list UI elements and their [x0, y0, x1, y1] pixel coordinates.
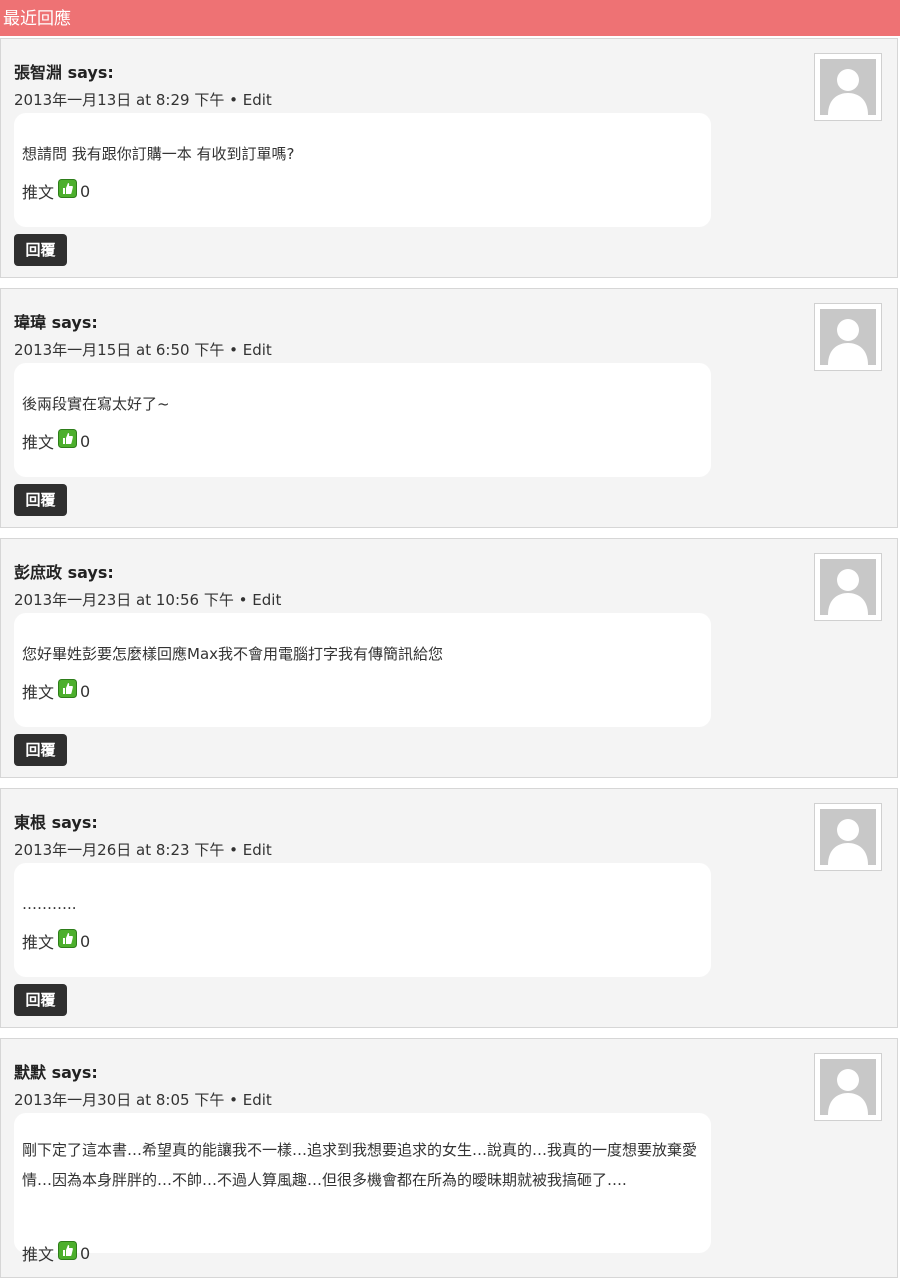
vote-widget: 推文 0 — [22, 678, 91, 703]
comment-body: ……….. 推文 0 — [14, 863, 711, 977]
comment-date[interactable]: 2013年一月15日 at 6:50 下午 — [14, 341, 224, 359]
comment-item: 默默 says: 2013年一月30日 at 8:05 下午 • Edit 剛下… — [0, 1038, 898, 1278]
avatar — [814, 553, 882, 621]
comment-item: 東根 says: 2013年一月26日 at 8:23 下午 • Edit ……… — [0, 788, 898, 1028]
edit-link[interactable]: Edit — [243, 1091, 272, 1109]
meta-separator: • — [238, 591, 248, 609]
section-header: 最近回應 — [0, 0, 900, 36]
comment-meta: 2013年一月23日 at 10:56 下午 • Edit — [14, 589, 281, 610]
reply-button[interactable]: 回覆 — [14, 984, 67, 1016]
default-avatar-icon — [820, 559, 876, 615]
like-count: 0 — [80, 431, 91, 451]
edit-link[interactable]: Edit — [243, 91, 272, 109]
avatar — [814, 803, 882, 871]
comment-meta: 2013年一月13日 at 8:29 下午 • Edit — [14, 89, 272, 110]
push-label: 推文 — [22, 1245, 55, 1264]
push-label: 推文 — [22, 433, 55, 452]
says-label: says: — [67, 563, 114, 582]
reply-button[interactable]: 回覆 — [14, 484, 67, 516]
section-title: 最近回應 — [3, 9, 71, 29]
reply-button[interactable]: 回覆 — [14, 234, 67, 266]
author-name: 默默 — [14, 1063, 47, 1082]
comment-item: 張智淵 says: 2013年一月13日 at 8:29 下午 • Edit 想… — [0, 38, 898, 278]
comment-author: 張智淵 says: — [14, 59, 114, 83]
push-label: 推文 — [22, 933, 55, 952]
meta-separator: • — [229, 1091, 238, 1109]
vote-widget: 推文 0 — [22, 178, 91, 203]
avatar — [814, 303, 882, 371]
says-label: says: — [51, 313, 98, 332]
vote-widget: 推文 0 — [22, 928, 91, 953]
default-avatar-icon — [820, 59, 876, 115]
comment-author: 東根 says: — [14, 809, 98, 833]
avatar — [814, 53, 882, 121]
comment-text: 剛下定了這本書…希望真的能讓我不一樣…追求到我想要追求的女生…說真的…我真的一度… — [22, 1141, 698, 1189]
comment-body: 剛下定了這本書…希望真的能讓我不一樣…追求到我想要追求的女生…說真的…我真的一度… — [14, 1113, 711, 1264]
says-label: says: — [51, 813, 98, 832]
thumbs-up-icon[interactable] — [58, 678, 78, 698]
thumbs-up-icon[interactable] — [58, 428, 78, 448]
comment-author: 瑋瑋 says: — [14, 309, 98, 333]
comment-text: 您好畢姓彭要怎麼樣回應Max我不會用電腦打字我有傳簡訊給您 — [22, 645, 444, 663]
comment-item: 瑋瑋 says: 2013年一月15日 at 6:50 下午 • Edit 後兩… — [0, 288, 898, 528]
comment-text: ……….. — [22, 895, 77, 913]
comment-text: 想請問 我有跟你訂購一本 有收到訂單嗎? — [22, 145, 295, 163]
like-count: 0 — [80, 681, 91, 701]
push-label: 推文 — [22, 183, 55, 202]
meta-separator: • — [229, 91, 238, 109]
author-name: 彭庶政 — [14, 563, 63, 582]
push-label: 推文 — [22, 683, 55, 702]
says-label: says: — [67, 63, 114, 82]
meta-separator: • — [229, 341, 238, 359]
default-avatar-icon — [820, 309, 876, 365]
comment-body: 您好畢姓彭要怎麼樣回應Max我不會用電腦打字我有傳簡訊給您 推文 0 — [14, 613, 711, 727]
says-label: says: — [51, 1063, 98, 1082]
reply-button[interactable]: 回覆 — [14, 734, 67, 766]
default-avatar-icon — [820, 809, 876, 865]
thumbs-up-icon[interactable] — [58, 1240, 78, 1260]
vote-widget: 推文 0 — [22, 1240, 91, 1265]
author-name: 瑋瑋 — [14, 313, 47, 332]
meta-separator: • — [229, 841, 238, 859]
comment-meta: 2013年一月15日 at 6:50 下午 • Edit — [14, 339, 272, 360]
thumbs-up-icon[interactable] — [58, 928, 78, 948]
comment-meta: 2013年一月26日 at 8:23 下午 • Edit — [14, 839, 272, 860]
comment-author: 彭庶政 says: — [14, 559, 114, 583]
default-avatar-icon — [820, 1059, 876, 1115]
edit-link[interactable]: Edit — [243, 841, 272, 859]
edit-link[interactable]: Edit — [243, 341, 272, 359]
author-name: 張智淵 — [14, 63, 63, 82]
avatar — [814, 1053, 882, 1121]
comment-body: 後兩段實在寫太好了~ 推文 0 — [14, 363, 711, 477]
author-name: 東根 — [14, 813, 47, 832]
like-count: 0 — [80, 181, 91, 201]
like-count: 0 — [80, 1243, 91, 1263]
vote-widget: 推文 0 — [22, 428, 91, 453]
comment-date[interactable]: 2013年一月23日 at 10:56 下午 — [14, 591, 234, 609]
comment-text: 後兩段實在寫太好了~ — [22, 395, 170, 413]
comment-date[interactable]: 2013年一月13日 at 8:29 下午 — [14, 91, 224, 109]
comment-item: 彭庶政 says: 2013年一月23日 at 10:56 下午 • Edit … — [0, 538, 898, 778]
thumbs-up-icon[interactable] — [58, 178, 78, 198]
comment-body: 想請問 我有跟你訂購一本 有收到訂單嗎? 推文 0 — [14, 113, 711, 227]
like-count: 0 — [80, 931, 91, 951]
comment-author: 默默 says: — [14, 1059, 98, 1083]
comment-date[interactable]: 2013年一月26日 at 8:23 下午 — [14, 841, 224, 859]
edit-link[interactable]: Edit — [252, 591, 281, 609]
comment-date[interactable]: 2013年一月30日 at 8:05 下午 — [14, 1091, 224, 1109]
comment-meta: 2013年一月30日 at 8:05 下午 • Edit — [14, 1089, 272, 1110]
